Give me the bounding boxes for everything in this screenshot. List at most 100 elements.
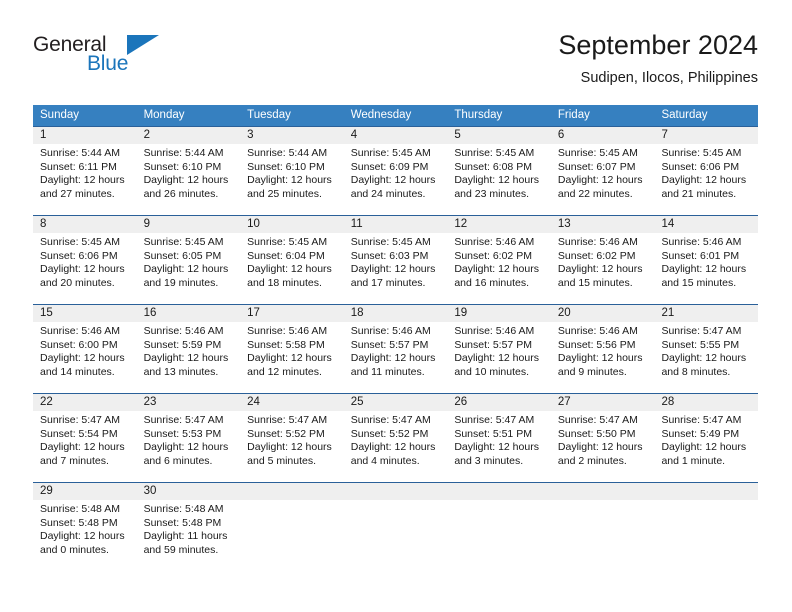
sunrise-text: Sunrise: 5:47 AM <box>350 414 431 426</box>
day-cell[interactable]: 9 Sunrise: 5:45 AM Sunset: 6:05 PM Dayli… <box>136 216 241 304</box>
sunrise-text: Sunrise: 5:46 AM <box>557 236 638 248</box>
day-number: 19 <box>447 305 551 322</box>
day-cell[interactable]: 4 Sunrise: 5:45 AM Sunset: 6:09 PM Dayli… <box>343 127 448 215</box>
day-cell[interactable]: 19 Sunrise: 5:46 AM Sunset: 5:57 PM Dayl… <box>447 305 551 393</box>
day-number: 5 <box>447 127 551 144</box>
day-cell[interactable]: 3 Sunrise: 5:44 AM Sunset: 6:10 PM Dayli… <box>240 127 344 215</box>
generalblue-logo[interactable]: General Blue <box>33 33 163 81</box>
daylight-text: Daylight: 12 hours and 18 minutes. <box>247 263 332 289</box>
sunrise-text: Sunrise: 5:47 AM <box>247 414 328 426</box>
day-number: 10 <box>240 216 344 233</box>
day-details: Sunrise: 5:48 AM Sunset: 5:48 PM Dayligh… <box>33 500 137 557</box>
sunrise-text: Sunrise: 5:48 AM <box>40 503 120 515</box>
day-cell[interactable]: 15 Sunrise: 5:46 AM Sunset: 6:00 PM Dayl… <box>33 305 137 393</box>
day-details: Sunrise: 5:47 AM Sunset: 5:54 PM Dayligh… <box>33 411 137 468</box>
day-cell[interactable]: 28 Sunrise: 5:47 AM Sunset: 5:49 PM Dayl… <box>654 394 759 482</box>
sunrise-text: Sunrise: 5:47 AM <box>454 414 535 426</box>
day-cell[interactable]: 27 Sunrise: 5:47 AM Sunset: 5:50 PM Dayl… <box>550 394 655 482</box>
day-cell[interactable]: 10 Sunrise: 5:45 AM Sunset: 6:04 PM Dayl… <box>240 216 344 304</box>
daylight-text: Daylight: 12 hours and 12 minutes. <box>247 352 332 378</box>
sunrise-text: Sunrise: 5:45 AM <box>661 147 742 159</box>
sunset-text: Sunset: 5:56 PM <box>557 338 636 351</box>
sunrise-text: Sunrise: 5:46 AM <box>661 236 742 248</box>
daylight-text: Daylight: 12 hours and 11 minutes. <box>350 352 436 378</box>
sunset-text: Sunset: 6:06 PM <box>40 249 118 262</box>
sunrise-text: Sunrise: 5:48 AM <box>143 503 224 515</box>
day-cell-empty <box>240 483 344 570</box>
sunset-text: Sunset: 6:09 PM <box>350 160 429 173</box>
sunset-text: Sunset: 5:54 PM <box>40 427 118 440</box>
daylight-text: Daylight: 12 hours and 15 minutes. <box>661 263 747 289</box>
day-cell[interactable]: 11 Sunrise: 5:45 AM Sunset: 6:03 PM Dayl… <box>343 216 448 304</box>
daylight-text: Daylight: 12 hours and 15 minutes. <box>557 263 643 289</box>
day-details: Sunrise: 5:45 AM Sunset: 6:03 PM Dayligh… <box>344 233 448 290</box>
sunrise-text: Sunrise: 5:45 AM <box>557 147 638 159</box>
daylight-text: Daylight: 12 hours and 2 minutes. <box>557 441 643 467</box>
day-cell[interactable]: 21 Sunrise: 5:47 AM Sunset: 5:55 PM Dayl… <box>654 305 759 393</box>
sunset-text: Sunset: 6:11 PM <box>40 160 117 173</box>
day-details: Sunrise: 5:47 AM Sunset: 5:49 PM Dayligh… <box>654 411 758 468</box>
day-details: Sunrise: 5:44 AM Sunset: 6:10 PM Dayligh… <box>240 144 344 201</box>
day-cell[interactable]: 25 Sunrise: 5:47 AM Sunset: 5:52 PM Dayl… <box>343 394 448 482</box>
day-cell[interactable]: 20 Sunrise: 5:46 AM Sunset: 5:56 PM Dayl… <box>550 305 655 393</box>
day-cell[interactable]: 16 Sunrise: 5:46 AM Sunset: 5:59 PM Dayl… <box>136 305 241 393</box>
weekday-header-friday: Friday <box>557 109 590 121</box>
sunset-text: Sunset: 5:52 PM <box>247 427 325 440</box>
sunrise-text: Sunrise: 5:44 AM <box>40 147 120 159</box>
sunset-text: Sunset: 6:06 PM <box>661 160 740 173</box>
day-number <box>654 483 759 500</box>
day-cell[interactable]: 13 Sunrise: 5:46 AM Sunset: 6:02 PM Dayl… <box>550 216 655 304</box>
day-cell-empty <box>654 483 759 570</box>
day-cell[interactable]: 7 Sunrise: 5:45 AM Sunset: 6:06 PM Dayli… <box>654 127 759 215</box>
sunrise-text: Sunrise: 5:46 AM <box>454 236 535 248</box>
sunset-text: Sunset: 5:59 PM <box>143 338 222 351</box>
daylight-text: Daylight: 12 hours and 9 minutes. <box>557 352 643 378</box>
sunrise-text: Sunrise: 5:45 AM <box>350 147 431 159</box>
day-cell[interactable]: 22 Sunrise: 5:47 AM Sunset: 5:54 PM Dayl… <box>33 394 137 482</box>
day-details: Sunrise: 5:46 AM Sunset: 5:58 PM Dayligh… <box>240 322 344 379</box>
weekday-header-monday: Monday <box>143 109 185 121</box>
day-cell[interactable]: 17 Sunrise: 5:46 AM Sunset: 5:58 PM Dayl… <box>240 305 344 393</box>
sunset-text: Sunset: 5:49 PM <box>661 427 740 440</box>
day-cell[interactable]: 14 Sunrise: 5:46 AM Sunset: 6:01 PM Dayl… <box>654 216 759 304</box>
day-cell[interactable]: 18 Sunrise: 5:46 AM Sunset: 5:57 PM Dayl… <box>343 305 448 393</box>
weekday-header-tuesday: Tuesday <box>247 109 291 121</box>
day-details: Sunrise: 5:46 AM Sunset: 6:02 PM Dayligh… <box>551 233 655 290</box>
day-details: Sunrise: 5:45 AM Sunset: 6:08 PM Dayligh… <box>447 144 551 201</box>
sunrise-text: Sunrise: 5:46 AM <box>454 325 535 337</box>
day-cell-empty <box>343 483 448 570</box>
day-details: Sunrise: 5:46 AM Sunset: 5:56 PM Dayligh… <box>551 322 655 379</box>
day-cell[interactable]: 5 Sunrise: 5:45 AM Sunset: 6:08 PM Dayli… <box>447 127 551 215</box>
day-cell[interactable]: 26 Sunrise: 5:47 AM Sunset: 5:51 PM Dayl… <box>447 394 551 482</box>
day-cell[interactable]: 1 Sunrise: 5:44 AM Sunset: 6:11 PM Dayli… <box>33 127 137 215</box>
day-details: Sunrise: 5:45 AM Sunset: 6:04 PM Dayligh… <box>240 233 344 290</box>
daylight-text: Daylight: 12 hours and 10 minutes. <box>454 352 539 378</box>
sunset-text: Sunset: 6:00 PM <box>40 338 118 351</box>
daylight-text: Daylight: 12 hours and 3 minutes. <box>454 441 539 467</box>
sunrise-text: Sunrise: 5:47 AM <box>143 414 224 426</box>
page-title: September 2024 <box>558 30 758 60</box>
title-block: September 2024 Sudipen, Ilocos, Philippi… <box>558 28 758 89</box>
day-cell[interactable]: 2 Sunrise: 5:44 AM Sunset: 6:10 PM Dayli… <box>136 127 241 215</box>
day-cell[interactable]: 30 Sunrise: 5:48 AM Sunset: 5:48 PM Dayl… <box>136 483 241 570</box>
day-number: 1 <box>33 127 137 144</box>
daylight-text: Daylight: 12 hours and 16 minutes. <box>454 263 539 289</box>
day-number: 3 <box>240 127 344 144</box>
day-cell[interactable]: 29 Sunrise: 5:48 AM Sunset: 5:48 PM Dayl… <box>33 483 137 570</box>
day-number: 4 <box>343 127 448 144</box>
triangle-icon <box>127 35 159 55</box>
daylight-text: Daylight: 12 hours and 14 minutes. <box>40 352 125 378</box>
sunset-text: Sunset: 5:50 PM <box>557 427 636 440</box>
day-details: Sunrise: 5:44 AM Sunset: 6:10 PM Dayligh… <box>137 144 241 201</box>
day-details: Sunrise: 5:45 AM Sunset: 6:05 PM Dayligh… <box>137 233 241 290</box>
day-cell[interactable]: 12 Sunrise: 5:46 AM Sunset: 6:02 PM Dayl… <box>447 216 551 304</box>
day-cell-empty <box>550 483 655 570</box>
day-number: 18 <box>343 305 448 322</box>
day-cell[interactable]: 6 Sunrise: 5:45 AM Sunset: 6:07 PM Dayli… <box>550 127 655 215</box>
day-cell[interactable]: 24 Sunrise: 5:47 AM Sunset: 5:52 PM Dayl… <box>240 394 344 482</box>
day-number: 24 <box>240 394 344 411</box>
day-cell[interactable]: 8 Sunrise: 5:45 AM Sunset: 6:06 PM Dayli… <box>33 216 137 304</box>
day-cell[interactable]: 23 Sunrise: 5:47 AM Sunset: 5:53 PM Dayl… <box>136 394 241 482</box>
sunset-text: Sunset: 6:04 PM <box>247 249 325 262</box>
sunrise-text: Sunrise: 5:47 AM <box>40 414 120 426</box>
